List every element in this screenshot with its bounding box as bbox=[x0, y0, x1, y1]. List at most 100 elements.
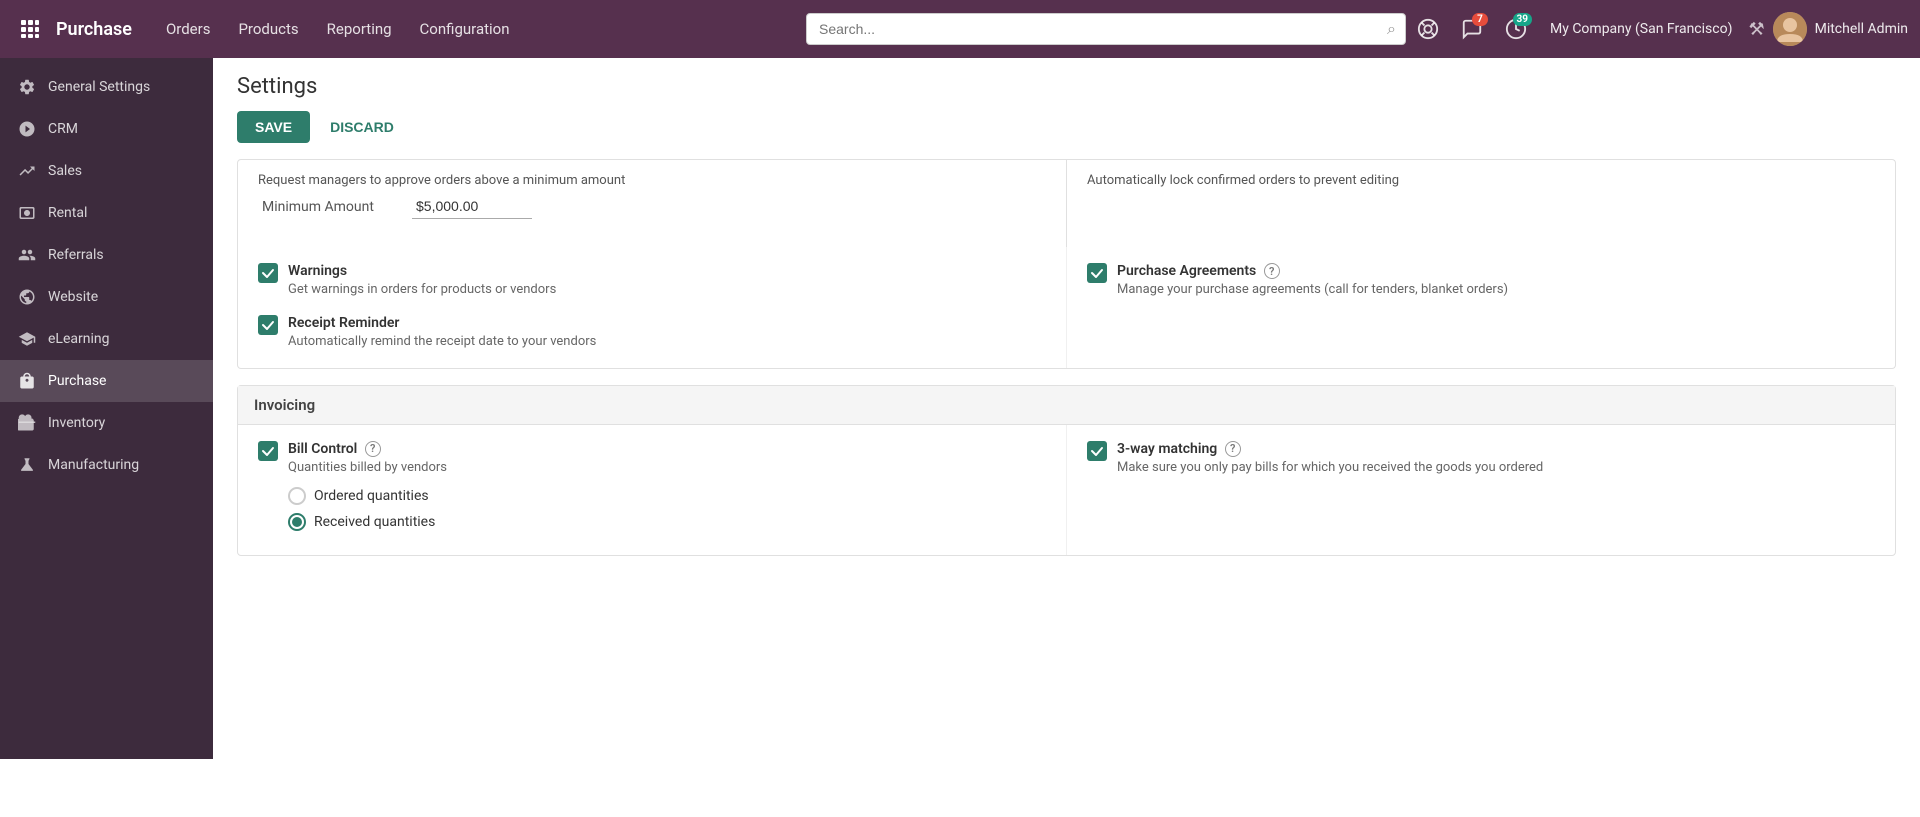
purchase-agreements-description: Manage your purchase agreements (call fo… bbox=[1117, 281, 1508, 299]
rental-icon bbox=[16, 202, 38, 224]
invoicing-header: Invoicing bbox=[238, 386, 1895, 425]
ordered-quantities-radio-button[interactable] bbox=[288, 487, 306, 505]
nav-links: Orders Products Reporting Configuration bbox=[152, 0, 802, 58]
topnav-actions: 7 39 My Company (San Francisco) ⚒ Mitche… bbox=[1410, 11, 1908, 47]
sidebar-item-referrals-label: Referrals bbox=[48, 247, 104, 263]
crm-icon bbox=[16, 118, 38, 140]
orders-section-body: Warnings Get warnings in orders for prod… bbox=[238, 247, 1895, 367]
warnings-checkbox[interactable] bbox=[258, 263, 278, 283]
sidebar-item-rental-label: Rental bbox=[48, 205, 87, 221]
sidebar-item-inventory-label: Inventory bbox=[48, 415, 105, 431]
purchase-agreements-label: Purchase Agreements ? bbox=[1117, 263, 1508, 279]
sidebar-item-general-settings-label: General Settings bbox=[48, 79, 150, 95]
sidebar-item-referrals[interactable]: Referrals bbox=[0, 234, 213, 276]
three-way-matching-setting: 3-way matching ? Make sure you only pay … bbox=[1087, 441, 1875, 477]
received-quantities-label: Received quantities bbox=[314, 514, 435, 530]
partial-col-right: Automatically lock confirmed orders to p… bbox=[1067, 160, 1895, 247]
debug-tools-icon[interactable]: ⚒ bbox=[1748, 19, 1764, 40]
sidebar-item-elearning[interactable]: eLearning bbox=[0, 318, 213, 360]
warnings-text: Warnings Get warnings in orders for prod… bbox=[288, 263, 556, 299]
action-buttons: SAVE DISCARD bbox=[237, 111, 1896, 143]
warnings-setting: Warnings Get warnings in orders for prod… bbox=[258, 263, 1046, 299]
bill-control-setting: Bill Control ? Quantities billed by vend… bbox=[258, 441, 1046, 539]
lock-confirmed-orders-text: Automatically lock confirmed orders to p… bbox=[1087, 172, 1875, 190]
sidebar: General Settings CRM Sales bbox=[0, 58, 213, 759]
received-quantities-radio[interactable]: Received quantities bbox=[288, 513, 447, 531]
search-input[interactable] bbox=[806, 13, 1406, 45]
activities-icon-button[interactable]: 39 bbox=[1498, 11, 1534, 47]
nav-configuration[interactable]: Configuration bbox=[406, 0, 524, 58]
invoicing-section-body: Bill Control ? Quantities billed by vend… bbox=[238, 425, 1895, 555]
gear-icon bbox=[16, 76, 38, 98]
messages-icon-button[interactable]: 7 bbox=[1454, 11, 1490, 47]
support-icon-button[interactable] bbox=[1410, 11, 1446, 47]
sidebar-item-website-label: Website bbox=[48, 289, 98, 305]
ordered-quantities-radio[interactable]: Ordered quantities bbox=[288, 487, 447, 505]
minimum-amount-input[interactable] bbox=[412, 194, 532, 219]
sidebar-item-sales[interactable]: Sales bbox=[0, 150, 213, 192]
purchase-agreements-setting: Purchase Agreements ? Manage your purcha… bbox=[1087, 263, 1875, 299]
nav-orders[interactable]: Orders bbox=[152, 0, 225, 58]
sidebar-item-inventory[interactable]: Inventory bbox=[0, 402, 213, 444]
sidebar-item-manufacturing-label: Manufacturing bbox=[48, 457, 139, 473]
receipt-reminder-text: Receipt Reminder Automatically remind th… bbox=[288, 315, 596, 351]
orders-col-right: Purchase Agreements ? Manage your purcha… bbox=[1067, 247, 1895, 367]
referrals-icon bbox=[16, 244, 38, 266]
page-title: Settings bbox=[237, 74, 1896, 99]
three-way-matching-label: 3-way matching ? bbox=[1117, 441, 1543, 457]
received-quantities-radio-button[interactable] bbox=[288, 513, 306, 531]
purchase-agreements-help-icon[interactable]: ? bbox=[1264, 263, 1280, 279]
sidebar-item-purchase-label: Purchase bbox=[48, 373, 106, 389]
app-brand: Purchase bbox=[56, 19, 132, 40]
messages-badge: 7 bbox=[1472, 13, 1488, 26]
sidebar-item-sales-label: Sales bbox=[48, 163, 82, 179]
avatar[interactable] bbox=[1773, 12, 1807, 46]
bill-control-description: Quantities billed by vendors bbox=[288, 459, 447, 477]
nav-reporting[interactable]: Reporting bbox=[313, 0, 406, 58]
apps-menu-button[interactable] bbox=[12, 11, 48, 47]
sidebar-item-rental[interactable]: Rental bbox=[0, 192, 213, 234]
partial-col-left: Request managers to approve orders above… bbox=[238, 160, 1067, 247]
elearning-icon bbox=[16, 328, 38, 350]
sidebar-item-website[interactable]: Website bbox=[0, 276, 213, 318]
three-way-matching-text: 3-way matching ? Make sure you only pay … bbox=[1117, 441, 1543, 477]
three-way-matching-col: 3-way matching ? Make sure you only pay … bbox=[1067, 425, 1895, 555]
bill-control-radio-group: Ordered quantities Received quantities bbox=[288, 487, 447, 531]
sales-icon bbox=[16, 160, 38, 182]
sidebar-item-crm[interactable]: CRM bbox=[0, 108, 213, 150]
company-selector[interactable]: My Company (San Francisco) bbox=[1542, 21, 1740, 37]
sidebar-item-general-settings[interactable]: General Settings bbox=[0, 66, 213, 108]
bill-control-label: Bill Control ? bbox=[288, 441, 447, 457]
main-content: Settings SAVE DISCARD Request managers t… bbox=[213, 58, 1920, 759]
save-button[interactable]: SAVE bbox=[237, 111, 310, 143]
bill-control-checkbox[interactable] bbox=[258, 441, 278, 461]
inventory-icon bbox=[16, 412, 38, 434]
three-way-matching-checkbox[interactable] bbox=[1087, 441, 1107, 461]
three-way-matching-help-icon[interactable]: ? bbox=[1225, 441, 1241, 457]
purchase-icon bbox=[16, 370, 38, 392]
discard-button[interactable]: DISCARD bbox=[318, 111, 406, 143]
orders-col-left: Warnings Get warnings in orders for prod… bbox=[238, 247, 1067, 367]
username[interactable]: Mitchell Admin bbox=[1815, 21, 1908, 37]
bill-control-help-icon[interactable]: ? bbox=[365, 441, 381, 457]
sidebar-item-elearning-label: eLearning bbox=[48, 331, 109, 347]
invoicing-section: Invoicing Bill Control ? bbox=[237, 385, 1896, 556]
nav-products[interactable]: Products bbox=[224, 0, 312, 58]
receipt-reminder-checkbox[interactable] bbox=[258, 315, 278, 335]
purchase-agreements-text: Purchase Agreements ? Manage your purcha… bbox=[1117, 263, 1508, 299]
search-container: ⌕ bbox=[806, 13, 1406, 45]
website-icon bbox=[16, 286, 38, 308]
sidebar-item-purchase[interactable]: Purchase bbox=[0, 360, 213, 402]
receipt-reminder-description: Automatically remind the receipt date to… bbox=[288, 333, 596, 351]
sidebar-item-manufacturing[interactable]: Manufacturing bbox=[0, 444, 213, 486]
receipt-reminder-setting: Receipt Reminder Automatically remind th… bbox=[258, 315, 1046, 351]
purchase-agreements-checkbox[interactable] bbox=[1087, 263, 1107, 283]
orders-settings-rows: Warnings Get warnings in orders for prod… bbox=[237, 247, 1896, 368]
minimum-amount-label: Minimum Amount bbox=[262, 199, 392, 215]
main-layout: General Settings CRM Sales bbox=[0, 58, 1920, 759]
activities-badge: 39 bbox=[1513, 13, 1532, 26]
partial-top-section: Request managers to approve orders above… bbox=[237, 159, 1896, 247]
bill-control-text: Bill Control ? Quantities billed by vend… bbox=[288, 441, 447, 539]
warnings-label: Warnings bbox=[288, 263, 556, 279]
sidebar-item-crm-label: CRM bbox=[48, 121, 78, 137]
